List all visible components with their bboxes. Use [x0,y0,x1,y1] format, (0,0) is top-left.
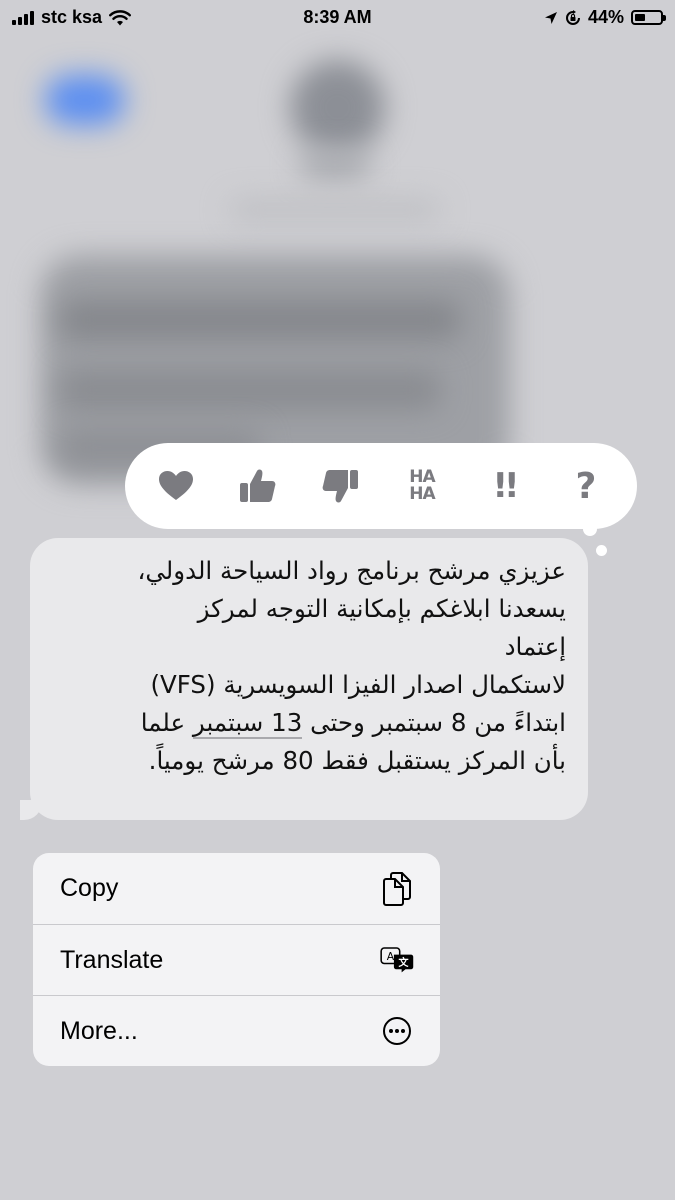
blurred-text-line [60,370,440,410]
message-text: عزيزي مرشح برنامج رواد السياحة الدولي، ي… [52,552,566,780]
svg-text:A: A [387,950,395,963]
tapback-tail-dot [596,545,607,556]
battery-icon [631,10,666,25]
tapback-bar: HA HA !! ? [125,443,637,529]
more-icon [380,1014,414,1048]
blurred-back-button [45,75,125,125]
date-link[interactable]: 13 سبتمبر [192,708,303,739]
menu-item-label: More... [60,1016,138,1045]
heart-icon [159,471,193,500]
location-arrow-icon [544,11,557,24]
message-line: إعتماد [504,632,566,661]
copy-icon [380,871,414,906]
thumbs-up-icon [240,469,276,502]
svg-text:文: 文 [399,956,410,969]
message-line: بأن المركز يستقبل فقط 80 مرشح يومياً. [148,746,566,775]
blurred-contact-name [300,150,370,180]
menu-item-translate[interactable]: Translate A 文 [33,924,440,995]
message-line: عزيزي مرشح برنامج رواد السياحة الدولي، [137,556,566,585]
message-line: لاستكمال اصدار الفيزا السويسرية (VFS) [150,670,566,699]
translate-icon: A 文 [380,943,414,977]
battery-percent: 44% [587,7,624,27]
haha-icon: HA HA [409,467,435,504]
menu-item-label: Translate [60,945,164,974]
menu-item-label: Copy [60,874,119,902]
blurred-contact-avatar [290,60,385,155]
tapback-thumbs-down[interactable] [316,462,364,510]
tapback-question[interactable]: ? [562,462,610,510]
blurred-text-line [60,300,460,340]
orientation-lock-icon [566,9,580,25]
context-menu: Copy Translate A 文 More... [33,853,440,1066]
message-bubble[interactable]: عزيزي مرشح برنامج رواد السياحة الدولي، ي… [30,538,588,820]
menu-item-more[interactable]: More... [33,995,440,1066]
double-exclamation-icon: !! [492,466,519,506]
tapback-tail-dot [583,522,597,536]
tapback-haha[interactable]: HA HA [398,462,446,510]
tapback-exclamation[interactable]: !! [480,462,528,510]
tapback-heart[interactable] [152,462,200,510]
message-line: ابتداءً من 8 سبتمبر وحتى 13 سبتمبر علما [140,708,566,739]
blurred-timestamp [230,200,440,220]
message-line: يسعدنا ابلاغكم بإمكانية التوجه لمركز [197,594,566,623]
status-bar: stc ksa 8:39 AM 44% [0,0,675,36]
question-mark-icon: ? [575,465,597,507]
thumbs-down-icon [322,470,358,503]
tapback-thumbs-up[interactable] [234,462,282,510]
menu-item-copy[interactable]: Copy [33,853,440,924]
